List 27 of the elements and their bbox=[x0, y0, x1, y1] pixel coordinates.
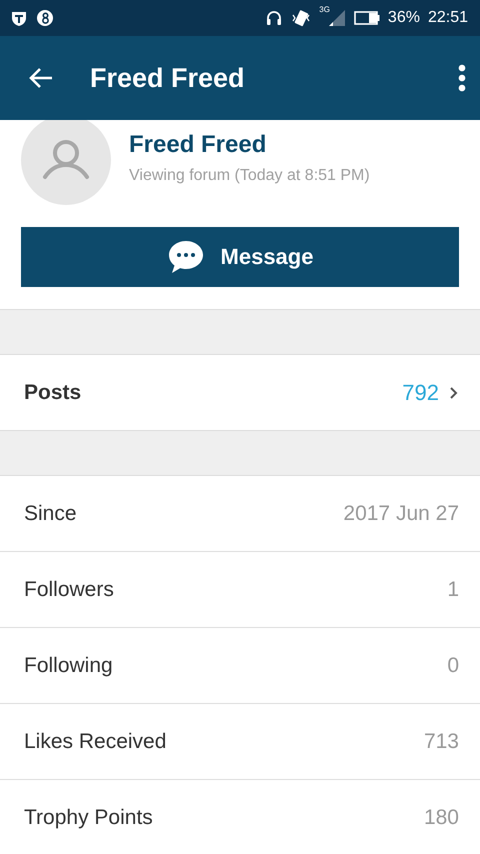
stat-value: 713 bbox=[424, 730, 459, 754]
more-menu-button[interactable] bbox=[458, 64, 466, 92]
stat-label: Followers bbox=[24, 578, 114, 602]
chevron-right-icon bbox=[449, 386, 459, 400]
back-button[interactable] bbox=[28, 67, 54, 89]
vibrate-icon bbox=[291, 9, 312, 27]
stat-value: 1 bbox=[447, 578, 459, 602]
headphones-icon bbox=[265, 9, 284, 27]
stat-value: 2017 Jun 27 bbox=[343, 502, 459, 526]
stat-label: Likes Received bbox=[24, 730, 166, 754]
shield-icon bbox=[10, 9, 28, 27]
user-activity: Viewing forum (Today at 8:51 PM) bbox=[129, 166, 370, 184]
network-label: 3G bbox=[319, 5, 330, 14]
page-title: Freed Freed bbox=[90, 62, 245, 94]
stat-label: Following bbox=[24, 654, 113, 678]
stat-value: 180 bbox=[424, 806, 459, 830]
clock-time: 22:51 bbox=[428, 9, 468, 27]
message-button[interactable]: Message bbox=[21, 227, 459, 287]
stat-value: 0 bbox=[447, 654, 459, 678]
badge-icon bbox=[36, 9, 54, 27]
signal-icon bbox=[328, 9, 346, 27]
stat-label: Trophy Points bbox=[24, 806, 153, 830]
stat-label: Since bbox=[24, 502, 77, 526]
user-name: Freed Freed bbox=[129, 130, 268, 158]
chat-bubble-icon bbox=[166, 239, 205, 275]
battery-icon bbox=[354, 11, 380, 25]
battery-percent: 36% bbox=[388, 9, 420, 27]
